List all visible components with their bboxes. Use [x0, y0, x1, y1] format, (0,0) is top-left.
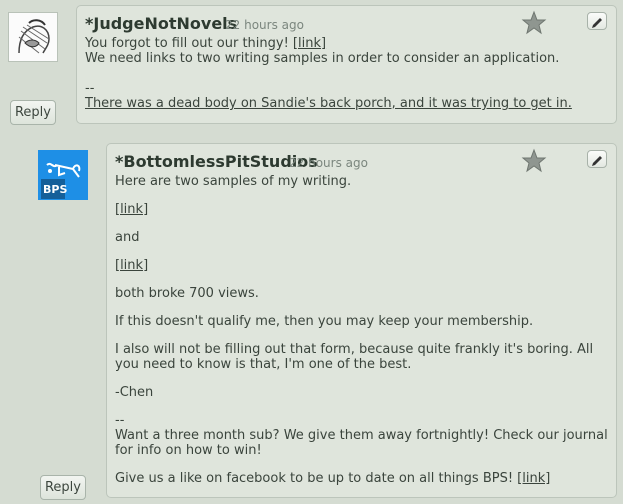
comment-header: *JudgeNotNovels 22 hours ago [77, 6, 616, 36]
avatar-bottomlesspitstudios[interactable]: BPS [38, 150, 88, 200]
link[interactable]: [link] [517, 471, 550, 486]
signature-separator: -- [85, 81, 95, 96]
signature-text: Give us a like on facebook to be up to d… [115, 471, 551, 486]
comment-thread: Reply *JudgeNotNovels 22 hours ago You f… [0, 0, 623, 504]
comment-body: Here are two samples of my writing. [lin… [107, 174, 616, 486]
comment-text: You forgot to fill out our thingy! [link… [85, 36, 327, 51]
comment-text: both broke 700 views. [115, 286, 259, 301]
edit-button[interactable] [587, 150, 607, 168]
edit-button[interactable] [587, 12, 607, 30]
star-icon[interactable] [521, 10, 547, 36]
signature-link[interactable]: There was a dead body on Sandie's back p… [85, 96, 608, 111]
comment-text: We need links to two writing samples in … [85, 51, 560, 66]
timestamp[interactable]: 22 hours ago [289, 156, 368, 170]
comment-card: *BottomlessPitStudios 22 hours ago Here … [106, 143, 617, 498]
pencil-icon [592, 18, 602, 28]
author-name[interactable]: *JudgeNotNovels [85, 14, 237, 33]
comment-text: and [115, 230, 140, 245]
bps-logo-icon: BPS [39, 151, 87, 199]
author-name[interactable]: *BottomlessPitStudios [115, 152, 318, 171]
comment-card: *JudgeNotNovels 22 hours ago You forgot … [76, 5, 617, 124]
reply-button[interactable]: Reply [40, 475, 86, 500]
avatar-judgenotnovels[interactable] [8, 12, 58, 62]
timestamp[interactable]: 22 hours ago [225, 18, 304, 32]
bps-logo-text: BPS [43, 183, 67, 196]
comment-text: If this doesn't qualify me, then you may… [115, 314, 534, 329]
link[interactable]: [link] [115, 202, 608, 217]
link[interactable]: [link] [293, 36, 326, 51]
pencil-icon [592, 156, 602, 166]
signature-separator: -- [115, 413, 125, 428]
comment-text: I also will not be filling out that form… [115, 342, 594, 372]
avatar-sketch-icon [9, 13, 57, 61]
comment-text: Here are two samples of my writing. [115, 174, 352, 189]
signature-text: Want a three month sub? We give them awa… [115, 428, 608, 458]
comment-text: -Chen [115, 385, 154, 400]
reply-button[interactable]: Reply [10, 100, 56, 125]
comment-header: *BottomlessPitStudios 22 hours ago [107, 144, 616, 174]
comment-body: You forgot to fill out our thingy! [link… [77, 36, 616, 111]
link[interactable]: [link] [115, 258, 608, 273]
star-icon[interactable] [521, 148, 547, 174]
